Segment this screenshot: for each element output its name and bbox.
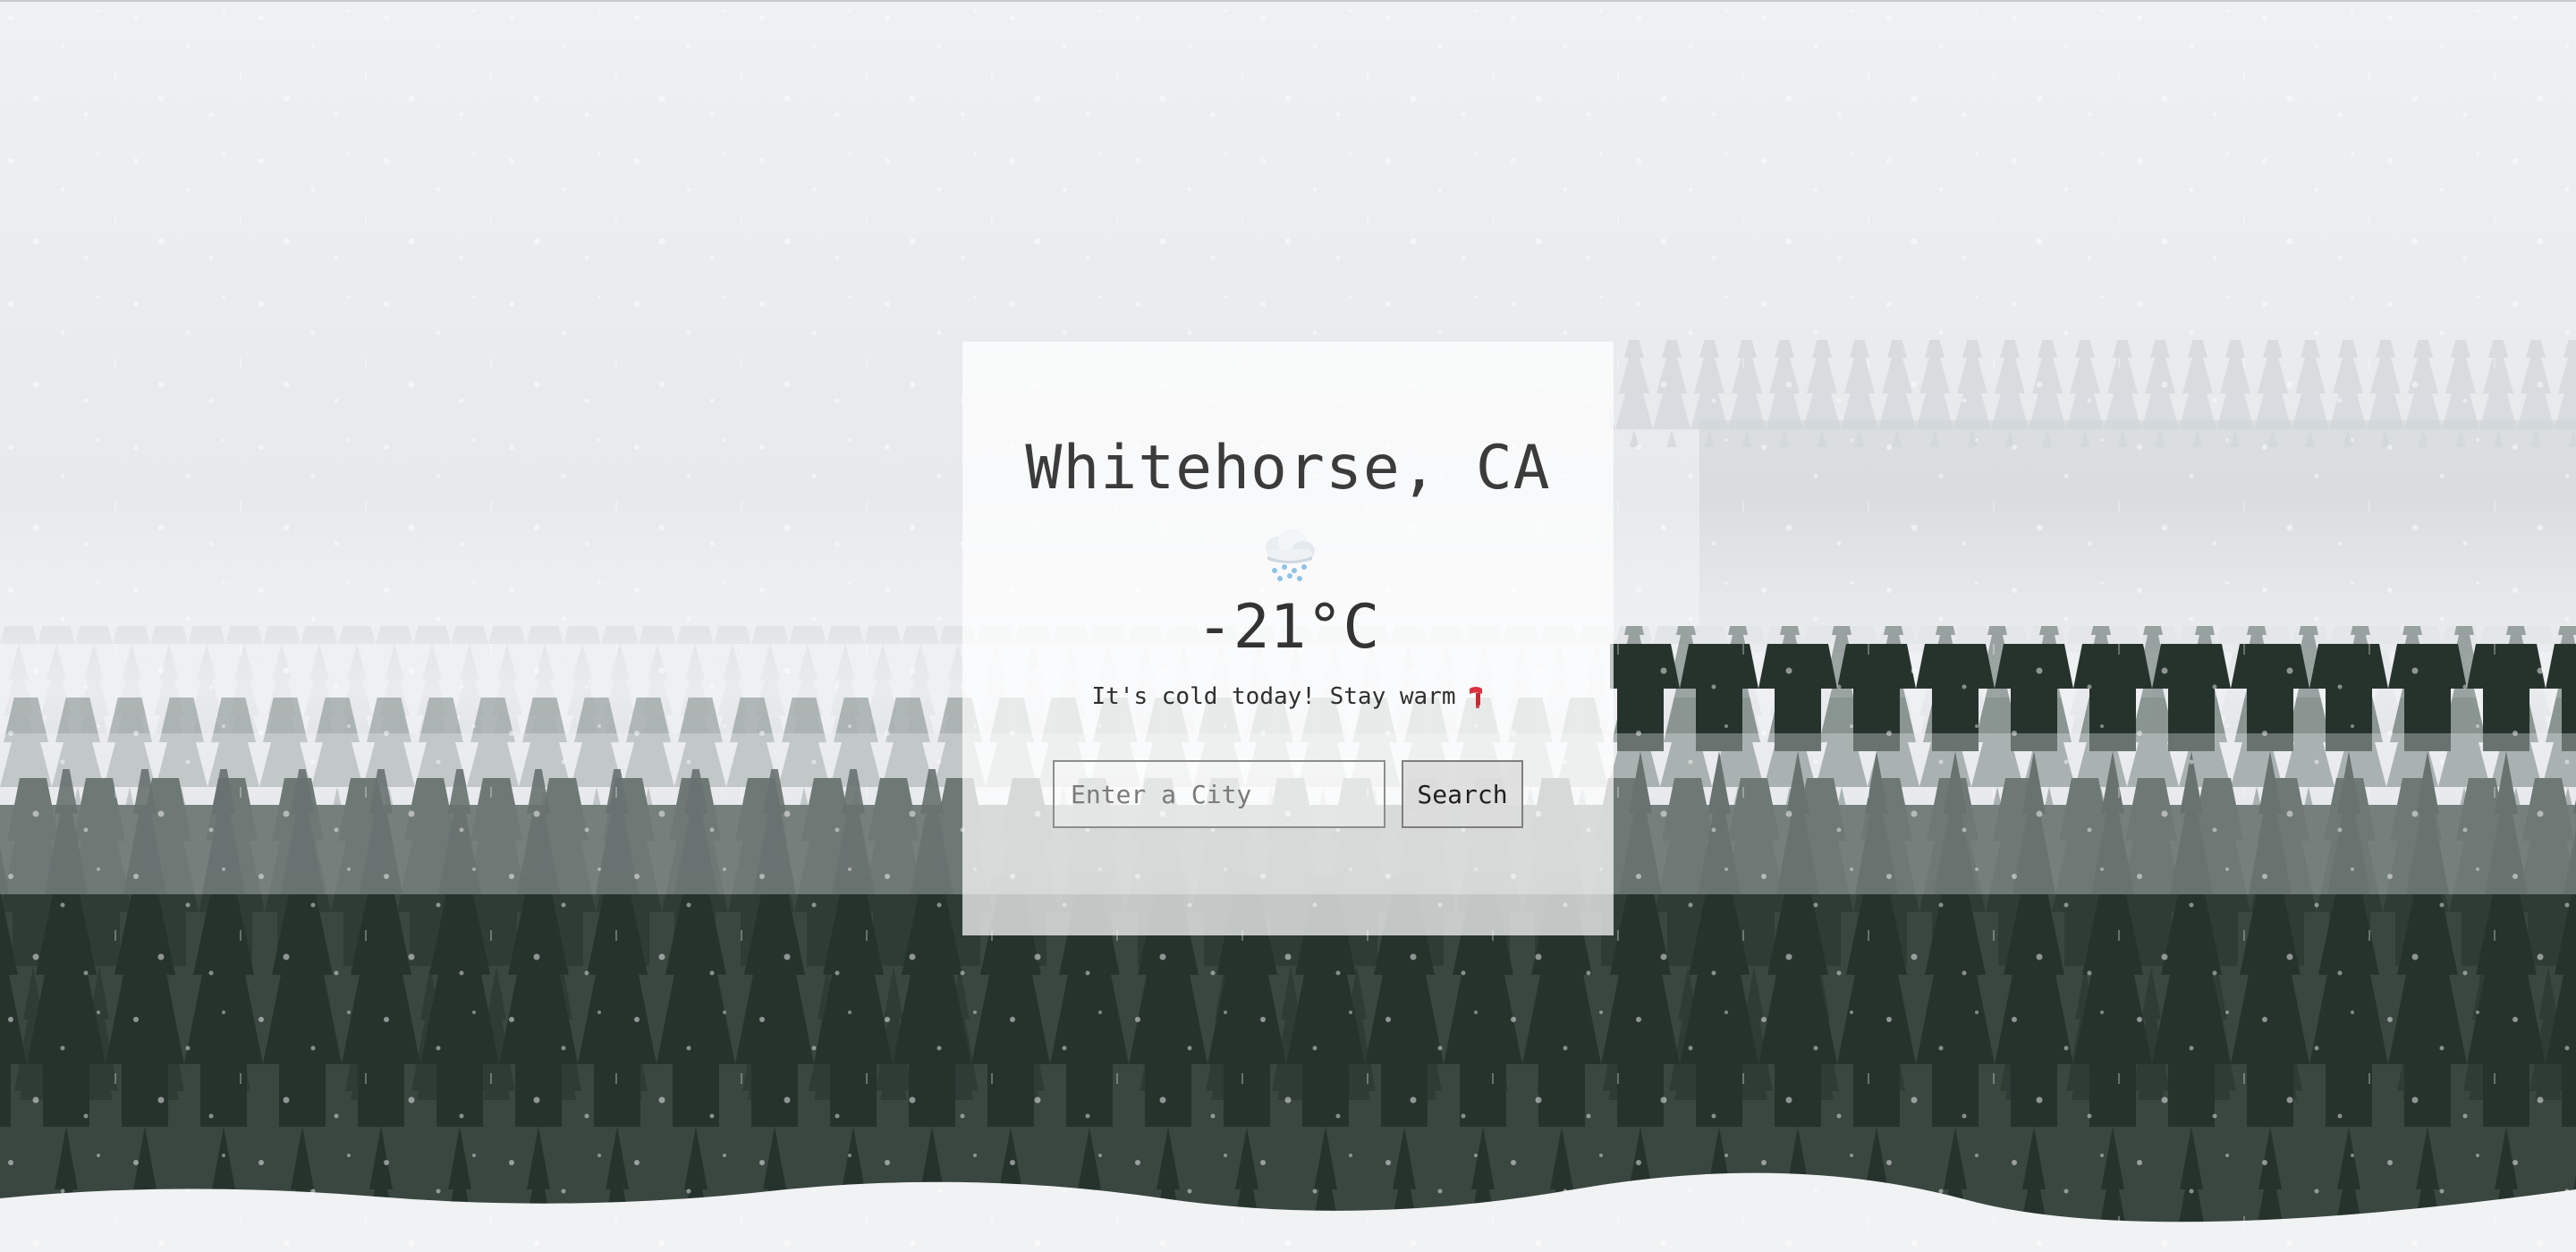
message-text: It's cold today! Stay warm: [1091, 683, 1456, 710]
search-form: Search: [1053, 760, 1523, 828]
scarf-icon: [1467, 685, 1485, 708]
city-title: Whitehorse, CA: [1025, 433, 1551, 503]
weather-message: It's cold today! Stay warm: [1092, 681, 1485, 712]
weather-card: Whitehorse, CA -21°C It's cold today! St…: [962, 342, 1614, 935]
top-border: [0, 0, 2576, 2]
city-search-input[interactable]: [1053, 760, 1385, 828]
search-button[interactable]: Search: [1402, 760, 1523, 828]
snow-cloud-icon: [1257, 526, 1319, 585]
temperature-value: -21°C: [1196, 592, 1380, 663]
